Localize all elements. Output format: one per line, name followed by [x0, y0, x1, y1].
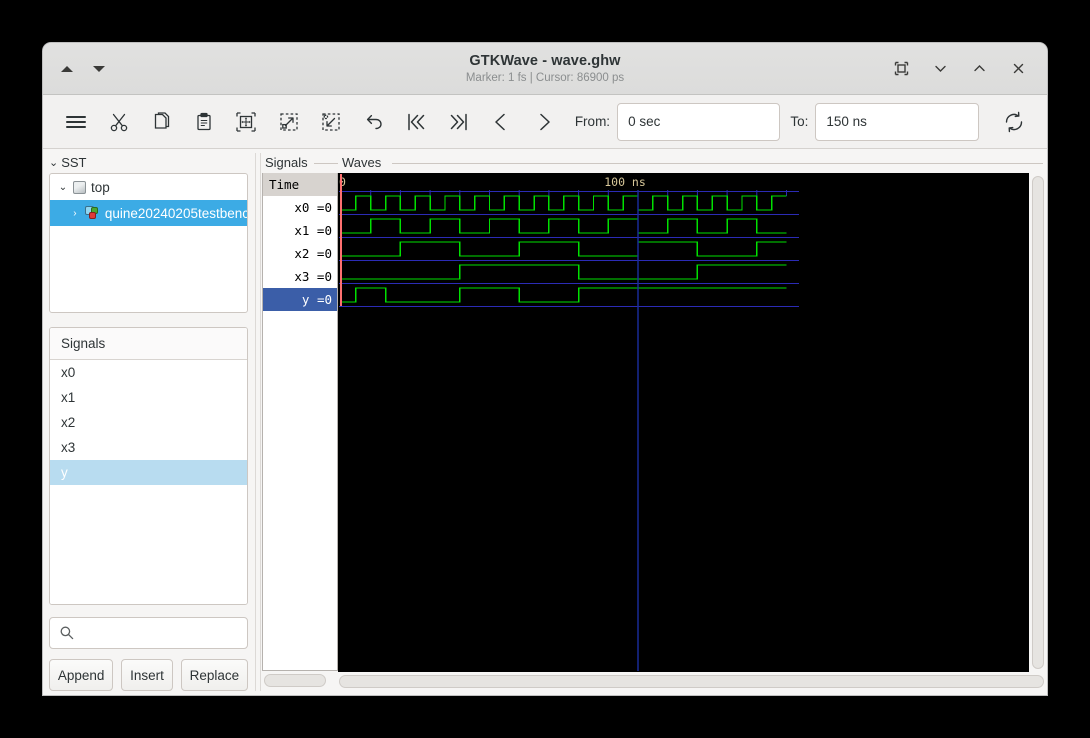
signal-name-y[interactable]: y =0: [263, 288, 337, 311]
minimize-icon[interactable]: [932, 60, 949, 77]
zoom-out-icon[interactable]: [310, 102, 352, 142]
search-input[interactable]: [81, 624, 231, 642]
search-icon: [60, 627, 74, 640]
zoom-fit-icon[interactable]: [225, 102, 267, 142]
signal-list-body[interactable]: x0 x1 x2 x3 y: [50, 360, 247, 604]
restore-icon[interactable]: [893, 60, 910, 77]
chevron-down-icon[interactable]: ⌄: [49, 156, 58, 169]
sidebar: ⌄ SST ⌄ top › quine20240205testbenc Sign…: [43, 149, 254, 692]
chevron-right-icon[interactable]: ›: [70, 208, 80, 219]
waveform-svg: 0 100 ns: [339, 174, 1028, 671]
nav-up-icon[interactable]: [61, 65, 73, 72]
sst-tree[interactable]: ⌄ top › quine20240205testbenc: [49, 173, 248, 314]
zoom-in-icon[interactable]: [267, 102, 309, 142]
next-edge-icon[interactable]: [522, 102, 564, 142]
wave-panel: Waves 0 100 ns: [338, 149, 1047, 692]
prev-edge-icon[interactable]: [480, 102, 522, 142]
module-icon: [73, 180, 86, 194]
wave-panel-title: Waves: [338, 149, 1047, 173]
list-item[interactable]: y: [50, 460, 247, 486]
from-input[interactable]: 0 sec: [617, 102, 781, 141]
main-body: ⌄ SST ⌄ top › quine20240205testbenc Sign…: [43, 149, 1047, 692]
goto-end-icon[interactable]: [437, 102, 479, 142]
title-bar: GTKWave - wave.ghw Marker: 1 fs | Cursor…: [43, 43, 1047, 95]
list-item[interactable]: x2: [50, 410, 247, 435]
goto-start-icon[interactable]: [395, 102, 437, 142]
sst-header: ⌄ SST: [43, 149, 254, 173]
tree-item-label: top: [91, 179, 110, 195]
insert-button[interactable]: Insert: [121, 659, 173, 692]
tree-item-testbench[interactable]: › quine20240205testbenc: [50, 200, 247, 226]
action-buttons: Append Insert Replace: [49, 659, 248, 692]
zoom-undo-icon[interactable]: [352, 102, 394, 142]
append-button[interactable]: Append: [49, 659, 114, 692]
signal-names-panel: Signals Time x0 =0 x1 =0 x2 =0 x3 =0 y =…: [262, 149, 338, 692]
pane-divider[interactable]: [255, 153, 261, 692]
to-input[interactable]: 150 ns: [815, 102, 979, 141]
signal-name-time: Time: [263, 173, 337, 196]
window-bottom-strip: [43, 691, 1047, 695]
copy-icon[interactable]: [140, 102, 182, 142]
wave-area: 0 100 ns: [338, 173, 1047, 672]
replace-button[interactable]: Replace: [180, 659, 248, 692]
maximize-icon[interactable]: [971, 60, 988, 77]
tree-item-top[interactable]: ⌄ top: [50, 174, 247, 200]
title-bar-left-controls: [43, 65, 223, 72]
svg-text:100 ns: 100 ns: [604, 175, 646, 189]
signal-name-x0[interactable]: x0 =0: [263, 196, 337, 219]
nav-down-icon[interactable]: [93, 65, 105, 72]
paste-icon[interactable]: [182, 102, 224, 142]
chevron-down-icon[interactable]: ⌄: [58, 182, 68, 193]
window-controls: [893, 60, 1047, 77]
list-item[interactable]: x3: [50, 435, 247, 460]
signal-names-list[interactable]: Time x0 =0 x1 =0 x2 =0 x3 =0 y =0: [262, 173, 338, 672]
names-hscrollbar[interactable]: [262, 671, 338, 692]
instance-icon: [84, 206, 100, 220]
to-label: To:: [790, 114, 809, 129]
wave-hscrollbar[interactable]: [338, 671, 1047, 692]
wave-vscrollbar[interactable]: [1029, 173, 1047, 672]
signal-list-header: Signals: [50, 328, 247, 361]
window-subtitle: Marker: 1 fs | Cursor: 86900 ps: [465, 72, 625, 84]
signal-names-title: Signals: [262, 149, 338, 173]
reload-icon[interactable]: [993, 102, 1035, 142]
menu-icon[interactable]: [55, 102, 97, 142]
signal-name-x3[interactable]: x3 =0: [263, 265, 337, 288]
list-item[interactable]: x1: [50, 385, 247, 410]
list-item[interactable]: x0: [50, 360, 247, 385]
signal-name-x2[interactable]: x2 =0: [263, 242, 337, 265]
signal-name-x1[interactable]: x1 =0: [263, 219, 337, 242]
window-title: GTKWave - wave.ghw: [469, 53, 621, 69]
wave-canvas[interactable]: 0 100 ns: [338, 173, 1029, 672]
gtkwave-window: GTKWave - wave.ghw Marker: 1 fs | Cursor…: [43, 43, 1047, 695]
toolbar: From: 0 sec To: 150 ns: [43, 95, 1047, 149]
search-box[interactable]: [49, 616, 248, 650]
tree-item-label: quine20240205testbenc: [104, 205, 247, 221]
cut-icon[interactable]: [97, 102, 139, 142]
signal-list-panel: Signals x0 x1 x2 x3 y: [49, 327, 248, 605]
close-icon[interactable]: [1010, 60, 1027, 77]
from-label: From:: [574, 114, 611, 129]
sst-label: SST: [61, 155, 87, 170]
